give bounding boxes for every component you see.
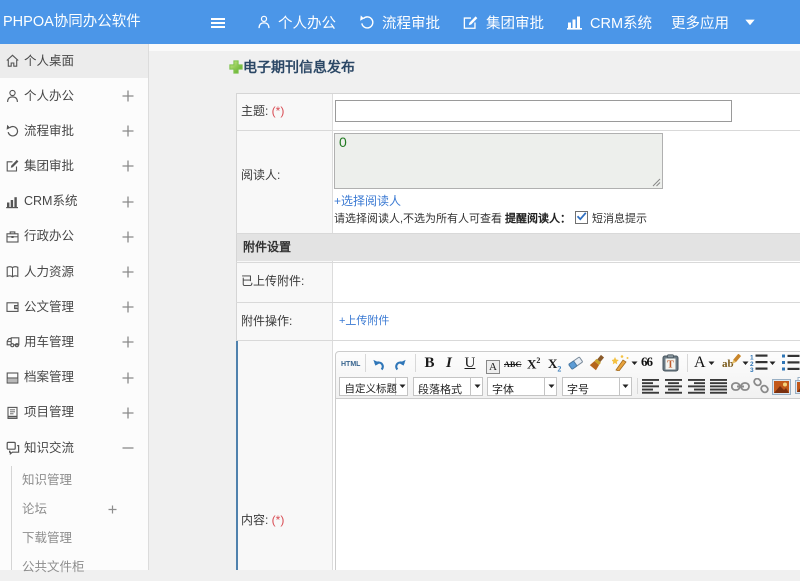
svg-text:3: 3 [750, 367, 754, 372]
svg-text:ab: ab [722, 358, 734, 370]
svg-text:T: T [667, 360, 674, 371]
